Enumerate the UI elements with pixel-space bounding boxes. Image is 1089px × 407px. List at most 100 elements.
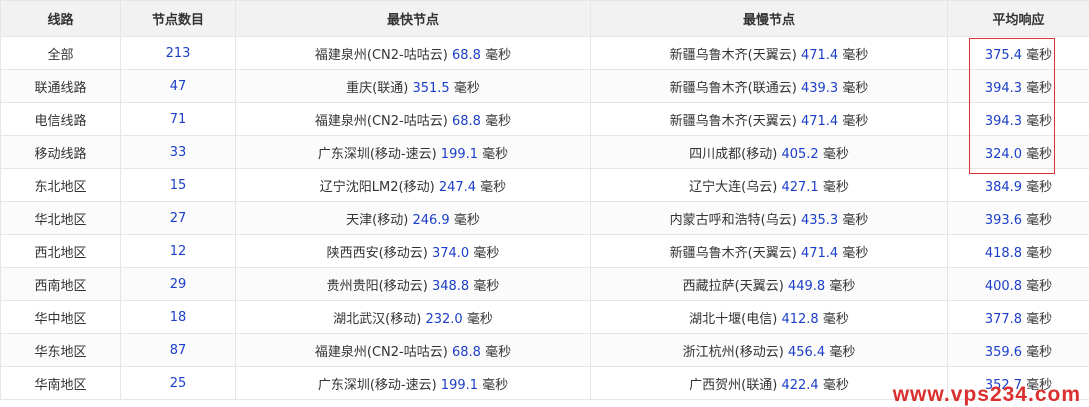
cell-average-response: 377.8 毫秒 [947,300,1089,334]
cell-slowest-node: 新疆乌鲁木齐(联通云) 439.3 毫秒 [590,69,948,103]
fastest-node-unit: 毫秒 [473,278,500,294]
cell-average-response: 418.8 毫秒 [947,234,1089,268]
table-body: 全部 213 福建泉州(CN2-咕咕云) 68.8 毫秒 新疆乌鲁木齐(天翼云) 47… [0,36,1089,400]
slowest-node-value: 422.4 [781,377,819,393]
cell-fastest-node: 广东深圳(移动-速云) 199.1 毫秒 [235,366,591,400]
fastest-node-value: 348.8 [431,278,470,294]
cell-fastest-node: 福建泉州(CN2-咕咕云) 68.8 毫秒 [235,333,591,367]
cell-fastest-node: 辽宁沈阳LM2(移动) 247.4 毫秒 [235,168,591,202]
slowest-node-name: 四川成都(移动) [689,146,778,162]
fastest-node-name: 广东深圳(移动-速云) [317,146,437,162]
fastest-node-name: 天津(移动) [346,212,409,228]
cell-line: 西南地区 [0,267,121,301]
fastest-node-unit: 毫秒 [482,146,509,162]
fastest-node-value: 247.4 [438,179,477,195]
cell-node-count: 29 [120,267,236,301]
slowest-node-name: 辽宁大连(乌云) [689,179,778,195]
slowest-node-name: 新疆乌鲁木齐(天翼云) [669,113,797,129]
slowest-node-name: 浙江杭州(移动云) [682,344,784,360]
average-response-value: 324.0 [984,146,1023,162]
cell-line: 华北地区 [0,201,121,235]
cell-line: 联通线路 [0,69,121,103]
cell-fastest-node: 天津(移动) 246.9 毫秒 [235,201,591,235]
cell-average-response: 384.9 毫秒 [947,168,1089,202]
average-response-unit: 毫秒 [1026,212,1053,228]
fastest-node-name: 辽宁沈阳LM2(移动) [319,179,435,195]
slowest-node-value: 471.4 [800,47,839,63]
fastest-node-unit: 毫秒 [485,47,512,63]
slowest-node-unit: 毫秒 [822,179,849,195]
header-slowest-node: 最慢节点 [590,0,948,37]
cell-slowest-node: 四川成都(移动) 405.2 毫秒 [590,135,948,169]
average-response-value: 384.9 [984,179,1023,195]
cell-line: 移动线路 [0,135,121,169]
average-response-unit: 毫秒 [1026,344,1053,360]
fastest-node-name: 福建泉州(CN2-咕咕云) [314,113,448,129]
slowest-node-value: 405.2 [781,146,819,162]
cell-line: 西北地区 [0,234,121,268]
cell-fastest-node: 福建泉州(CN2-咕咕云) 68.8 毫秒 [235,102,591,136]
cell-node-count: 47 [120,69,236,103]
fastest-node-value: 199.1 [440,377,479,393]
slowest-node-value: 471.4 [800,113,839,129]
table-row: 西北地区 12 陕西西安(移动云) 374.0 毫秒 新疆乌鲁木齐(天翼云) 471.… [0,234,1089,268]
fastest-node-value: 68.8 [451,113,481,129]
cell-line: 东北地区 [0,168,121,202]
table-row: 全部 213 福建泉州(CN2-咕咕云) 68.8 毫秒 新疆乌鲁木齐(天翼云) 47… [0,36,1089,70]
header-average-response: 平均响应 [947,0,1089,37]
table-header-row: 线路 节点数目 最快节点 最慢节点 平均响应 [0,0,1089,37]
cell-node-count: 12 [120,234,236,268]
fastest-node-name: 湖北武汉(移动) [333,311,422,327]
average-response-unit: 毫秒 [1026,80,1053,96]
table-row: 联通线路 47 重庆(联通) 351.5 毫秒 新疆乌鲁木齐(联通云) 439.3 毫… [0,69,1089,103]
fastest-node-value: 246.9 [412,212,450,228]
cell-slowest-node: 内蒙古呼和浩特(乌云) 435.3 毫秒 [590,201,948,235]
slowest-node-value: 456.4 [787,344,826,360]
slowest-node-unit: 毫秒 [829,344,856,360]
cell-node-count: 33 [120,135,236,169]
slowest-node-name: 湖北十堰(电信) [689,311,778,327]
cell-slowest-node: 新疆乌鲁木齐(天翼云) 471.4 毫秒 [590,36,948,70]
fastest-node-name: 陕西西安(移动云) [326,245,428,261]
average-response-unit: 毫秒 [1026,245,1053,261]
cell-fastest-node: 湖北武汉(移动) 232.0 毫秒 [235,300,591,334]
cell-average-response: 400.8 毫秒 [947,267,1089,301]
average-response-unit: 毫秒 [1026,113,1053,129]
average-response-value: 394.3 [984,80,1023,96]
slowest-node-name: 新疆乌鲁木齐(天翼云) [669,245,797,261]
fastest-node-unit: 毫秒 [482,377,509,393]
slowest-node-value: 439.3 [800,80,839,96]
slowest-node-name: 内蒙古呼和浩特(乌云) [669,212,797,228]
slowest-node-unit: 毫秒 [822,377,849,393]
fastest-node-value: 351.5 [412,80,450,96]
slowest-node-unit: 毫秒 [822,311,849,327]
slowest-node-unit: 毫秒 [829,278,856,294]
fastest-node-name: 贵州贵阳(移动云) [326,278,428,294]
header-line: 线路 [0,0,121,37]
header-node-count: 节点数目 [120,0,236,37]
fastest-node-value: 199.1 [440,146,479,162]
table-row: 华东地区 87 福建泉州(CN2-咕咕云) 68.8 毫秒 浙江杭州(移动云) 456… [0,333,1089,367]
slowest-node-name: 新疆乌鲁木齐(天翼云) [669,47,797,63]
cell-slowest-node: 湖北十堰(电信) 412.8 毫秒 [590,300,948,334]
average-response-unit: 毫秒 [1026,311,1053,327]
table-row: 东北地区 15 辽宁沈阳LM2(移动) 247.4 毫秒 辽宁大连(乌云) 427.1… [0,168,1089,202]
cell-average-response: 375.4 毫秒 [947,36,1089,70]
slowest-node-value: 449.8 [787,278,826,294]
fastest-node-unit: 毫秒 [480,179,507,195]
cell-node-count: 213 [120,36,236,70]
cell-slowest-node: 浙江杭州(移动云) 456.4 毫秒 [590,333,948,367]
watermark: www.vps234.com [892,383,1081,406]
fastest-node-unit: 毫秒 [485,113,512,129]
cell-fastest-node: 重庆(联通) 351.5 毫秒 [235,69,591,103]
fastest-node-name: 福建泉州(CN2-咕咕云) [314,47,448,63]
table-row: 西南地区 29 贵州贵阳(移动云) 348.8 毫秒 西藏拉萨(天翼云) 449.8 … [0,267,1089,301]
cell-line: 华中地区 [0,300,121,334]
fastest-node-value: 68.8 [451,344,481,360]
cell-average-response: 324.0 毫秒 [947,135,1089,169]
table-row: 华北地区 27 天津(移动) 246.9 毫秒 内蒙古呼和浩特(乌云) 435.3 毫… [0,201,1089,235]
cell-line: 华东地区 [0,333,121,367]
fastest-node-unit: 毫秒 [453,212,480,228]
cell-fastest-node: 福建泉州(CN2-咕咕云) 68.8 毫秒 [235,36,591,70]
average-response-unit: 毫秒 [1026,47,1053,63]
